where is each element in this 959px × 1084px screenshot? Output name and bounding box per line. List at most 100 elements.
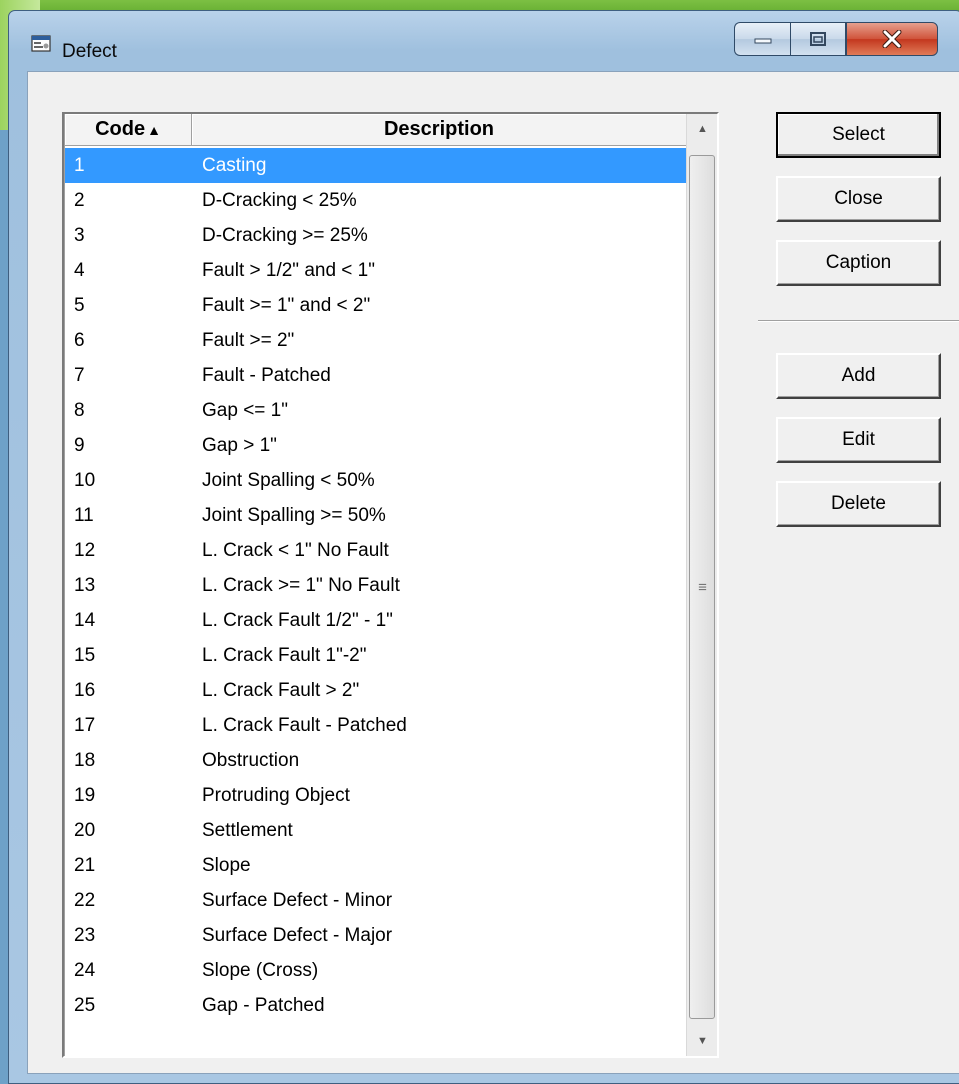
list-item-description: Joint Spalling >= 50%	[202, 504, 386, 526]
vertical-scrollbar[interactable]: ▲ ≡ ▼	[686, 114, 717, 1056]
list-item-description: Fault - Patched	[202, 364, 331, 386]
list-item[interactable]: 8 Gap <= 1"	[65, 393, 687, 428]
list-item-code: 9	[74, 434, 85, 456]
list-item[interactable]: 18 Obstruction	[65, 743, 687, 778]
list-item[interactable]: 19 Protruding Object	[65, 778, 687, 813]
delete-button[interactable]: Delete	[776, 481, 941, 527]
window-title: Defect	[62, 41, 117, 62]
list-item[interactable]: 20 Settlement	[65, 813, 687, 848]
list-item-code: 14	[74, 609, 96, 631]
list-item-description: L. Crack < 1" No Fault	[202, 539, 389, 561]
minimize-icon	[754, 38, 771, 44]
list-item[interactable]: 7 Fault - Patched	[65, 358, 687, 393]
dialog-client-area: Code ▲ Description 1 Casting 2 D-Cracking < …	[27, 71, 959, 1074]
defect-window: Defect Code ▲ Description 1 Casting 2 D-…	[8, 10, 959, 1084]
list-item[interactable]: 23 Surface Defect - Major	[65, 918, 687, 953]
edit-button[interactable]: Edit	[776, 417, 941, 463]
list-item-description: D-Cracking < 25%	[202, 189, 357, 211]
list-item[interactable]: 15 L. Crack Fault 1"-2"	[65, 638, 687, 673]
list-item-description: Protruding Object	[202, 784, 350, 806]
list-item-description: Gap <= 1"	[202, 399, 288, 421]
list-item-description: D-Cracking >= 25%	[202, 224, 368, 246]
list-item[interactable]: 6 Fault >= 2"	[65, 323, 687, 358]
list-item-description: Slope	[202, 854, 251, 876]
scroll-down-button[interactable]: ▼	[687, 1026, 717, 1056]
list-item-code: 16	[74, 679, 96, 701]
maximize-button[interactable]	[790, 22, 846, 56]
list-item-description: Gap - Patched	[202, 994, 325, 1016]
window-app-icon[interactable]	[31, 35, 51, 53]
list-item[interactable]: 2 D-Cracking < 25%	[65, 183, 687, 218]
list-item-code: 2	[74, 189, 85, 211]
close-window-button[interactable]	[846, 22, 938, 56]
list-item[interactable]: 10 Joint Spalling < 50%	[65, 463, 687, 498]
list-item-code: 4	[74, 259, 85, 281]
minimize-button[interactable]	[734, 22, 790, 56]
list-item[interactable]: 9 Gap > 1"	[65, 428, 687, 463]
list-item-description: L. Crack >= 1" No Fault	[202, 574, 400, 596]
list-item-code: 17	[74, 714, 96, 736]
list-item-description: Obstruction	[202, 749, 300, 771]
list-item-description: Surface Defect - Major	[202, 924, 393, 946]
list-item-code: 7	[74, 364, 85, 386]
button-group-separator	[758, 320, 959, 322]
scroll-up-icon: ▲	[697, 123, 708, 135]
list-item-description: Gap > 1"	[202, 434, 277, 456]
close-icon	[882, 30, 902, 48]
caption-button[interactable]: Caption	[776, 240, 941, 286]
list-item[interactable]: 11 Joint Spalling >= 50%	[65, 498, 687, 533]
list-item-code: 19	[74, 784, 96, 806]
list-item[interactable]: 4 Fault > 1/2" and < 1"	[65, 253, 687, 288]
list-item-code: 1	[74, 154, 85, 176]
list-item-code: 24	[74, 959, 96, 981]
list-item-description: Surface Defect - Minor	[202, 889, 393, 911]
grip-icon: ≡	[698, 578, 707, 596]
list-header: Code ▲ Description	[65, 114, 687, 146]
list-item-code: 3	[74, 224, 85, 246]
select-button[interactable]: Select	[776, 112, 941, 158]
list-item[interactable]: 24 Slope (Cross)	[65, 953, 687, 988]
list-item[interactable]: 13 L. Crack >= 1" No Fault	[65, 568, 687, 603]
list-rows: 1 Casting 2 D-Cracking < 25% 3 D-Cracking >= …	[65, 148, 687, 1023]
close-button[interactable]: Close	[776, 176, 941, 222]
scroll-thumb[interactable]: ≡	[689, 155, 715, 1019]
scroll-down-icon: ▼	[697, 1035, 708, 1047]
list-item-code: 8	[74, 399, 85, 421]
defect-list-body: Code ▲ Description 1 Casting 2 D-Cracking < …	[64, 114, 687, 1056]
list-item[interactable]: 22 Surface Defect - Minor	[65, 883, 687, 918]
list-item-description: L. Crack Fault 1/2" - 1"	[202, 609, 393, 631]
add-button[interactable]: Add	[776, 353, 941, 399]
list-item-code: 13	[74, 574, 96, 596]
list-item-description: Fault >= 1" and < 2"	[202, 294, 371, 316]
list-item[interactable]: 17 L. Crack Fault - Patched	[65, 708, 687, 743]
column-header-code[interactable]: Code ▲	[65, 114, 192, 146]
list-item-code: 23	[74, 924, 96, 946]
list-item[interactable]: 21 Slope	[65, 848, 687, 883]
list-item-description: L. Crack Fault > 2"	[202, 679, 360, 701]
list-item[interactable]: 1 Casting	[65, 148, 687, 183]
list-item-description: Fault >= 2"	[202, 329, 295, 351]
list-item-description: L. Crack Fault - Patched	[202, 714, 407, 736]
list-item[interactable]: 3 D-Cracking >= 25%	[65, 218, 687, 253]
list-item-code: 18	[74, 749, 96, 771]
column-header-description[interactable]: Description	[192, 114, 687, 146]
list-item-code: 5	[74, 294, 85, 316]
maximize-icon	[810, 32, 826, 46]
list-item-code: 20	[74, 819, 96, 841]
list-item-code: 15	[74, 644, 96, 666]
list-item[interactable]: 16 L. Crack Fault > 2"	[65, 673, 687, 708]
list-item-description: Settlement	[202, 819, 293, 841]
list-item-code: 12	[74, 539, 96, 561]
list-item-code: 21	[74, 854, 96, 876]
defect-list[interactable]: Code ▲ Description 1 Casting 2 D-Cracking < …	[62, 112, 719, 1058]
scroll-up-button[interactable]: ▲	[687, 114, 717, 144]
list-item[interactable]: 25 Gap - Patched	[65, 988, 687, 1023]
list-item-description: Joint Spalling < 50%	[202, 469, 375, 491]
list-item[interactable]: 12 L. Crack < 1" No Fault	[65, 533, 687, 568]
list-item[interactable]: 5 Fault >= 1" and < 2"	[65, 288, 687, 323]
list-item[interactable]: 14 L. Crack Fault 1/2" - 1"	[65, 603, 687, 638]
list-item-code: 10	[74, 469, 96, 491]
list-item-description: Slope (Cross)	[202, 959, 319, 981]
list-item-code: 25	[74, 994, 96, 1016]
list-item-code: 6	[74, 329, 85, 351]
